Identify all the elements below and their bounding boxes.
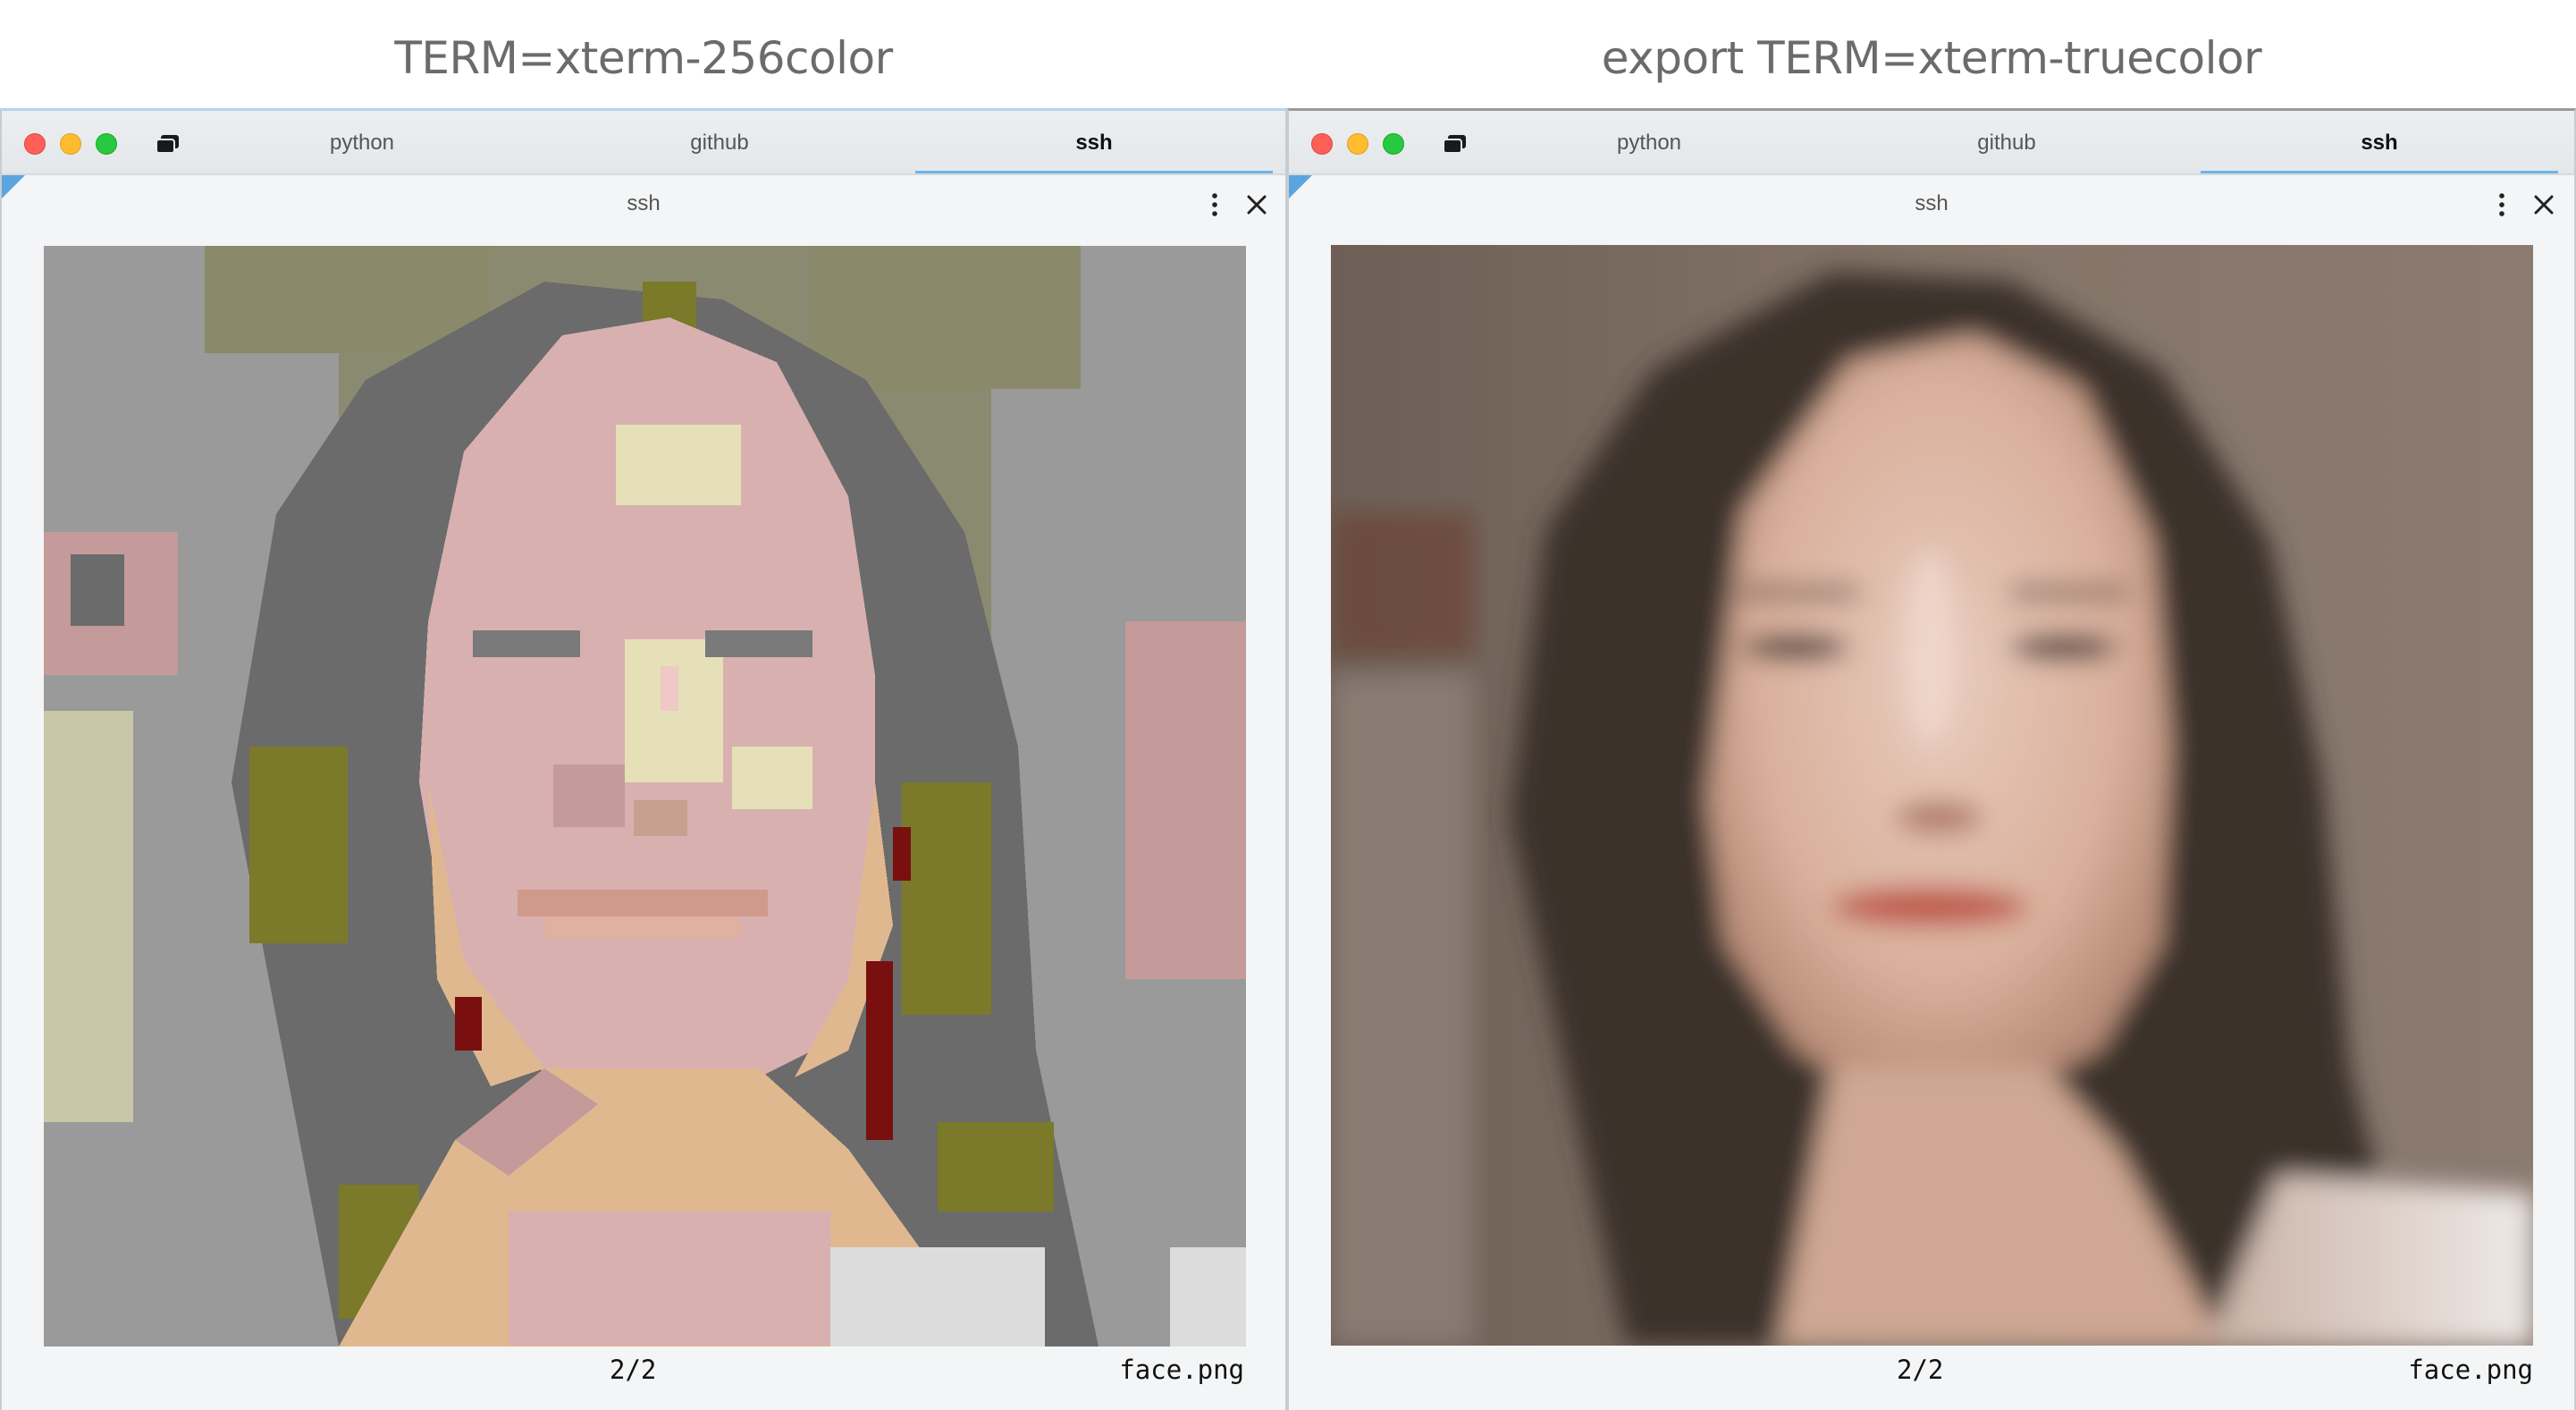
tab-python[interactable]: python (1470, 111, 1828, 173)
pager-indicator: 2/2 (1897, 1355, 1944, 1385)
comparison-page: TERM=xterm-256color export TERM=xterm-tr… (0, 0, 2576, 1410)
more-vertical-icon[interactable] (1206, 191, 1224, 218)
tabs-overview-icon[interactable] (156, 134, 181, 154)
tab-ssh[interactable]: ssh (915, 111, 1273, 175)
zoom-window-button[interactable] (96, 133, 117, 155)
close-window-button[interactable] (24, 133, 46, 155)
face-image-256color (44, 246, 1246, 1347)
close-window-button[interactable] (1311, 133, 1333, 155)
pane-title: ssh (1915, 191, 1949, 215)
tab-ssh[interactable]: ssh (2201, 111, 2558, 175)
title-bar[interactable]: python github ssh (2, 111, 1285, 175)
tab-python[interactable]: python (183, 111, 541, 173)
tab-github[interactable]: github (541, 111, 898, 173)
minimize-window-button[interactable] (60, 133, 81, 155)
terminal-window-256color: python github ssh ssh 2/2 face.png (0, 108, 1287, 1410)
file-name: face.png (1119, 1355, 1244, 1385)
tabs-overview-icon[interactable] (1443, 134, 1468, 154)
pager-indicator: 2/2 (610, 1355, 657, 1385)
title-bar[interactable]: python github ssh (1289, 111, 2574, 175)
file-name: face.png (2408, 1355, 2533, 1385)
tab-github[interactable]: github (1828, 111, 2185, 173)
pane-title: ssh (627, 191, 661, 215)
caption-left: TERM=xterm-256color (394, 32, 893, 84)
face-image-truecolor (1331, 245, 2533, 1346)
close-icon[interactable] (2530, 191, 2557, 218)
close-icon[interactable] (1243, 191, 1270, 218)
zoom-window-button[interactable] (1383, 133, 1404, 155)
minimize-window-button[interactable] (1347, 133, 1368, 155)
more-vertical-icon[interactable] (2493, 191, 2511, 218)
caption-right: export TERM=xterm-truecolor (1601, 32, 2262, 84)
terminal-window-truecolor: python github ssh ssh 2/2 face.png (1287, 108, 2576, 1410)
